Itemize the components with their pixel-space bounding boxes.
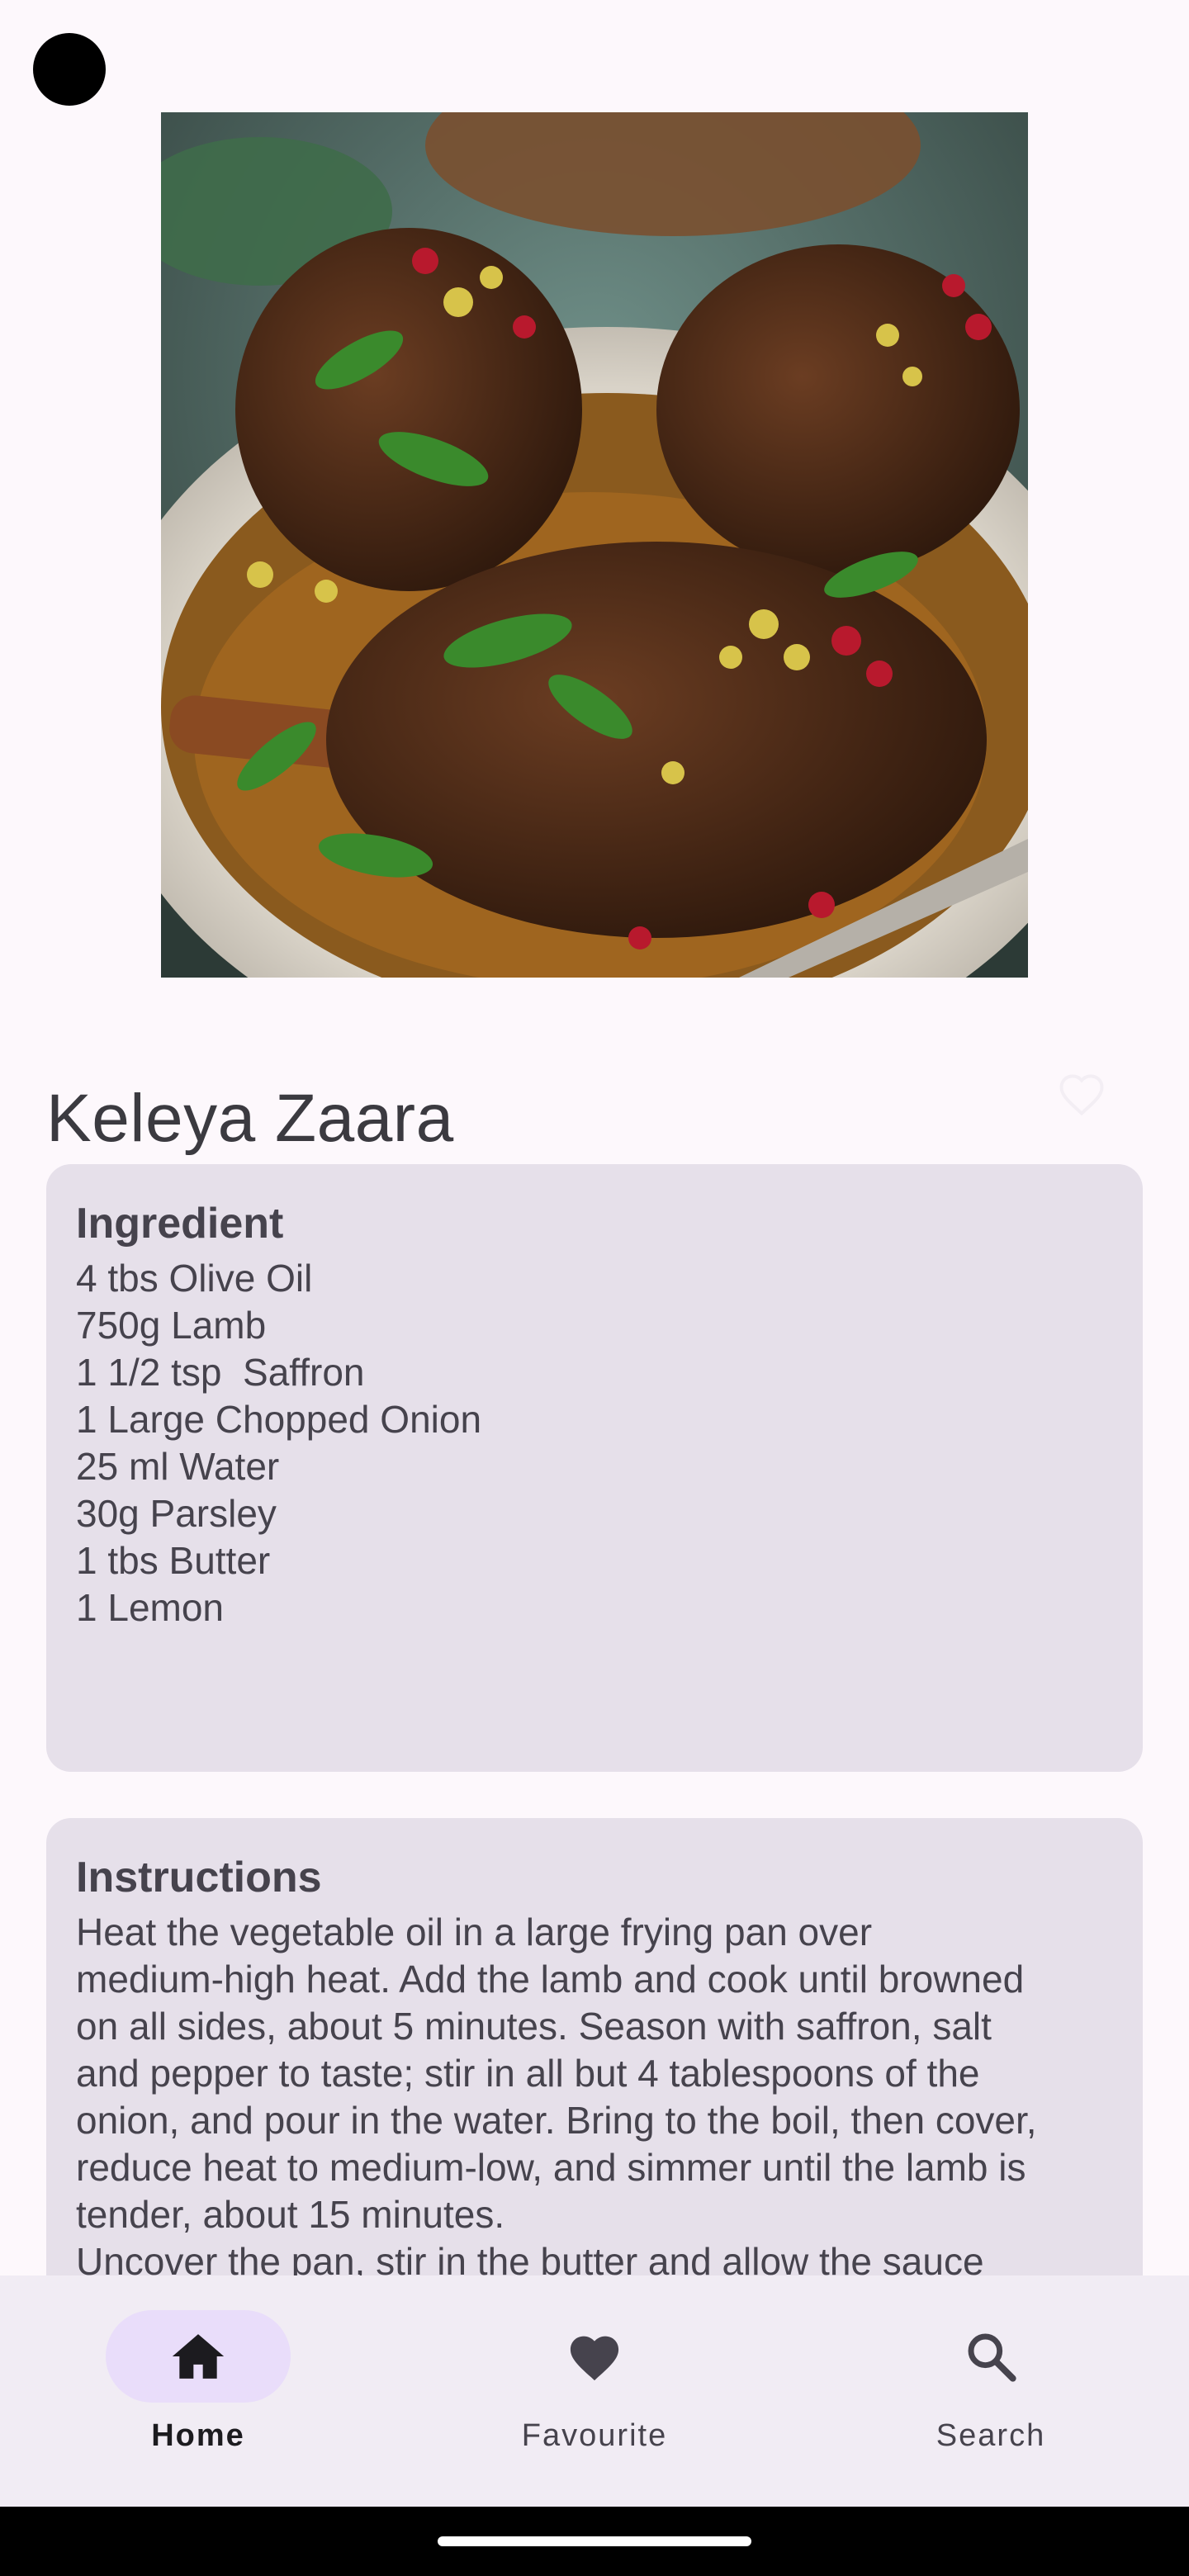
ingredient-item: 30g Parsley bbox=[76, 1492, 277, 1535]
nav-label-search: Search bbox=[936, 2418, 1046, 2453]
favourite-toggle-button[interactable] bbox=[1047, 1058, 1116, 1128]
ingredient-item: 1 1/2 tsp Saffron bbox=[76, 1351, 365, 1394]
instructions-text: Heat the vegetable oil in a large frying… bbox=[76, 1911, 1037, 2283]
ingredient-item: 1 Large Chopped Onion bbox=[76, 1398, 482, 1441]
recipe-image bbox=[161, 112, 1028, 978]
recipe-detail-screen: Keleya Zaara Ingredient 4 tbs Olive Oil … bbox=[0, 0, 1189, 2576]
heart-outline-icon bbox=[1059, 1074, 1104, 1115]
nav-label-favourite: Favourite bbox=[521, 2418, 668, 2453]
nav-item-search[interactable]: Search bbox=[793, 2275, 1189, 2507]
nav-item-home[interactable]: Home bbox=[0, 2275, 396, 2507]
ingredient-item: 1 tbs Butter bbox=[76, 1539, 271, 1582]
ingredients-card: Ingredient 4 tbs Olive Oil 750g Lamb 1 1… bbox=[46, 1164, 1143, 1772]
nav-active-indicator bbox=[106, 2310, 291, 2403]
ingredients-list: 4 tbs Olive Oil 750g Lamb 1 1/2 tsp Saff… bbox=[76, 1255, 1113, 1631]
ingredient-item: 1 Lemon bbox=[76, 1586, 225, 1629]
home-icon bbox=[172, 2334, 225, 2379]
camera-cutout bbox=[33, 33, 106, 106]
nav-icon-container bbox=[898, 2310, 1083, 2403]
ingredient-item: 25 ml Water bbox=[76, 1445, 280, 1488]
recipe-title: Keleya Zaara bbox=[46, 1080, 454, 1156]
nav-icon-container bbox=[502, 2310, 687, 2403]
status-bar bbox=[0, 0, 1189, 106]
gesture-handle[interactable] bbox=[438, 2536, 751, 2546]
nav-label-home: Home bbox=[151, 2418, 245, 2453]
ingredient-item: 750g Lamb bbox=[76, 1304, 267, 1347]
heart-icon bbox=[570, 2336, 619, 2381]
food-photo-illustration bbox=[161, 112, 1028, 978]
ingredient-item: 4 tbs Olive Oil bbox=[76, 1257, 313, 1300]
system-navigation-bar bbox=[0, 2507, 1189, 2576]
search-icon bbox=[968, 2333, 1016, 2382]
ingredients-heading: Ingredient bbox=[76, 1200, 284, 1248]
bottom-navigation-bar: Home Favourite Search bbox=[0, 2275, 1189, 2507]
nav-item-favourite[interactable]: Favourite bbox=[396, 2275, 793, 2507]
instructions-heading: Instructions bbox=[76, 1854, 322, 1901]
